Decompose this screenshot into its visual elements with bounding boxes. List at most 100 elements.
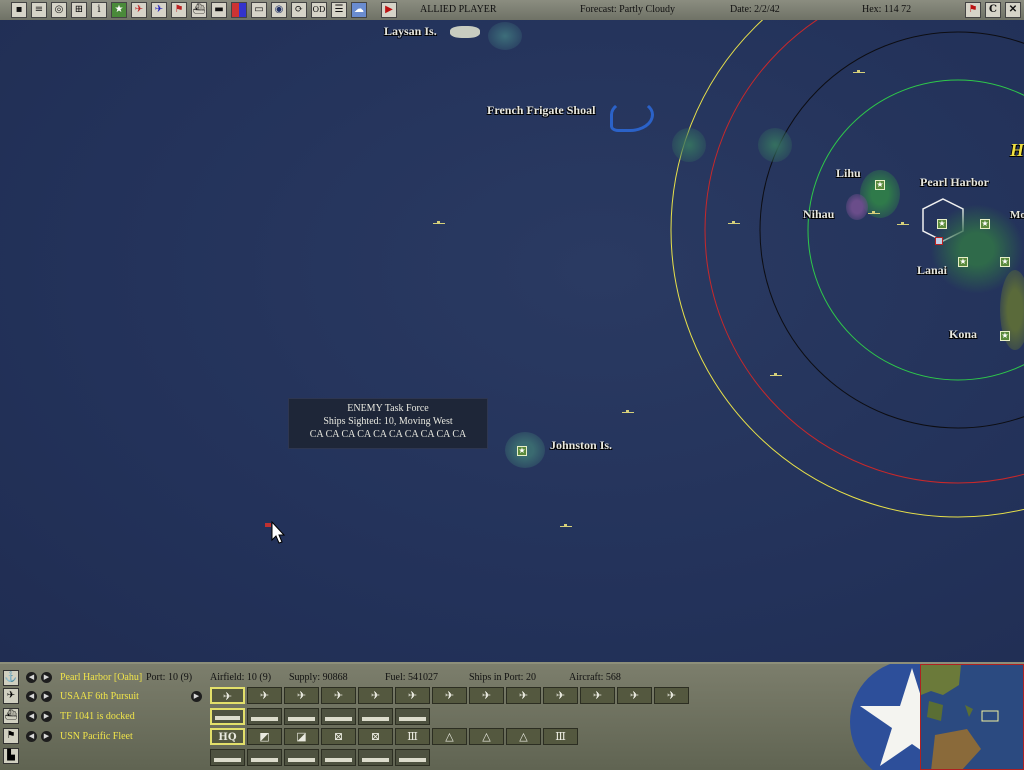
task-force-status[interactable]: TF 1041 is docked xyxy=(60,711,135,722)
industry-button[interactable] xyxy=(358,749,393,766)
kona-base-icon[interactable]: ★ xyxy=(1000,331,1010,341)
globe-icon[interactable]: ◉ xyxy=(271,2,287,18)
artillery-button[interactable]: △ xyxy=(506,728,541,745)
lanai-base-icon[interactable]: ★ xyxy=(958,257,968,267)
list-icon[interactable]: ☰ xyxy=(331,2,347,18)
refresh-icon[interactable]: ⟳ xyxy=(291,2,307,18)
hq-button[interactable]: HQ xyxy=(210,728,245,745)
task-force-marker[interactable] xyxy=(897,222,909,226)
document-icon[interactable]: ≡ xyxy=(31,2,47,18)
aircraft-button[interactable]: ✈ xyxy=(247,687,282,704)
task-force-marker[interactable] xyxy=(770,373,782,377)
aircraft-button[interactable]: ✈ xyxy=(432,687,467,704)
air-unit-play-button[interactable]: ▶ xyxy=(191,691,202,702)
clouds-icon[interactable]: ☁ xyxy=(351,2,367,18)
air-group-icon[interactable]: ✈ xyxy=(131,2,147,18)
ship-class-button[interactable] xyxy=(284,708,319,725)
air-unit-name[interactable]: USAAF 6th Pursuit xyxy=(60,691,139,702)
minimap-land xyxy=(921,665,999,769)
tooltip-sighted: Ships Sighted: 10, Moving West xyxy=(323,416,453,427)
map-view[interactable]: ★ ★ ★ ★ ★ ★ ★ Laysan Is. French Frigate … xyxy=(0,20,1024,662)
task-force-marker[interactable] xyxy=(853,70,865,74)
industry-button[interactable] xyxy=(210,749,245,766)
task-force-marker[interactable] xyxy=(728,221,740,225)
prev-air-unit-button[interactable]: ◀ xyxy=(26,691,37,702)
ship-class-button[interactable] xyxy=(210,708,245,725)
next-base-button[interactable]: ▶ xyxy=(41,672,52,683)
pearl-harbor-base-icon[interactable]: ★ xyxy=(937,219,947,229)
ship-class-button[interactable] xyxy=(358,708,393,725)
exit-button[interactable]: ✕ xyxy=(1005,2,1021,18)
aircraft-button[interactable]: ✈ xyxy=(654,687,689,704)
c-button[interactable]: C xyxy=(985,2,1001,18)
ship-class-button[interactable] xyxy=(321,708,356,725)
next-command-button[interactable]: ▶ xyxy=(41,731,52,742)
task-force-marker[interactable] xyxy=(868,211,880,215)
save-icon[interactable]: ▪ xyxy=(11,2,27,18)
od-icon[interactable]: OD xyxy=(311,2,327,18)
tooltip-ships: CA CA CA CA CA CA CA CA CA CA xyxy=(309,429,467,440)
base-icon-east[interactable]: ★ xyxy=(980,219,990,229)
aircraft-button[interactable]: ✈ xyxy=(284,687,319,704)
engineer-button[interactable]: Ⅲ xyxy=(395,728,430,745)
prev-command-button[interactable]: ◀ xyxy=(26,731,37,742)
unit-type-button[interactable]: ◪ xyxy=(284,728,319,745)
next-task-force-button[interactable]: ▶ xyxy=(41,711,52,722)
industry-button[interactable] xyxy=(284,749,319,766)
aircraft-button[interactable]: ✈ xyxy=(617,687,652,704)
flag-icon[interactable]: ⚑ xyxy=(3,728,19,744)
pearl-harbor-label: Pearl Harbor xyxy=(920,175,989,189)
engineer-button[interactable]: Ⅲ xyxy=(543,728,578,745)
task-force-marker[interactable] xyxy=(560,524,572,528)
aircraft-button[interactable]: ✈ xyxy=(358,687,393,704)
infantry-button[interactable]: ⊠ xyxy=(358,728,393,745)
air-unit-icon[interactable]: ✈ xyxy=(151,2,167,18)
ship-icon[interactable]: ⛴ xyxy=(3,708,19,724)
end-turn-icon[interactable]: ▶ xyxy=(381,2,397,18)
lanai-label: Lanai xyxy=(917,263,948,277)
maui-base-icon[interactable]: ★ xyxy=(1000,257,1010,267)
airbase-star-icon[interactable]: ★ xyxy=(111,2,127,18)
ship-class-button[interactable] xyxy=(395,708,430,725)
flag-icon[interactable]: ⚑ xyxy=(171,2,187,18)
next-air-unit-button[interactable]: ▶ xyxy=(41,691,52,702)
infantry-button[interactable]: ⊠ xyxy=(321,728,356,745)
supply-stat: Supply: 90868 xyxy=(289,672,348,683)
aircraft-icon[interactable]: ✈ xyxy=(3,688,19,704)
info-icon[interactable]: i xyxy=(91,2,107,18)
unit-type-button[interactable]: ◩ xyxy=(247,728,282,745)
industry-button[interactable] xyxy=(395,749,430,766)
aircraft-button[interactable]: ✈ xyxy=(469,687,504,704)
ship-icon[interactable]: ⛴ xyxy=(191,2,207,18)
transport-icon[interactable]: ▭ xyxy=(251,2,267,18)
industry-button[interactable] xyxy=(321,749,356,766)
aircraft-button[interactable]: ✈ xyxy=(580,687,615,704)
aircraft-fighter-button[interactable]: ✈ xyxy=(210,687,245,704)
replay-icon[interactable]: ◎ xyxy=(51,2,67,18)
prev-base-button[interactable]: ◀ xyxy=(26,672,37,683)
aircraft-button[interactable]: ✈ xyxy=(395,687,430,704)
ship-class-button[interactable] xyxy=(247,708,282,725)
port-marker[interactable] xyxy=(935,237,943,245)
aircraft-button[interactable]: ✈ xyxy=(543,687,578,704)
prev-task-force-button[interactable]: ◀ xyxy=(26,711,37,722)
anchor-icon[interactable]: ⚓ xyxy=(3,670,19,686)
french-frigate-label: French Frigate Shoal xyxy=(487,103,596,117)
options-icon[interactable]: ⊞ xyxy=(71,2,87,18)
side-toggle-icon[interactable] xyxy=(231,2,247,18)
aircraft-button[interactable]: ✈ xyxy=(321,687,356,704)
flag-icon-right[interactable]: ⚑ xyxy=(965,2,981,18)
johnston-base-icon[interactable]: ★ xyxy=(517,446,527,456)
artillery-button[interactable]: △ xyxy=(469,728,504,745)
task-force-marker[interactable] xyxy=(433,221,445,225)
factory-icon[interactable]: ▙ xyxy=(3,748,19,764)
industry-button[interactable] xyxy=(247,749,282,766)
aircraft-button[interactable]: ✈ xyxy=(506,687,541,704)
task-force-marker[interactable] xyxy=(622,410,634,414)
fleet-icon[interactable]: ▬ xyxy=(211,2,227,18)
minimap[interactable] xyxy=(920,664,1024,770)
base-name[interactable]: Pearl Harbor [Oahu] xyxy=(60,672,142,683)
command-name[interactable]: USN Pacific Fleet xyxy=(60,731,133,742)
artillery-button[interactable]: △ xyxy=(432,728,467,745)
lihu-base-icon[interactable]: ★ xyxy=(875,180,885,190)
